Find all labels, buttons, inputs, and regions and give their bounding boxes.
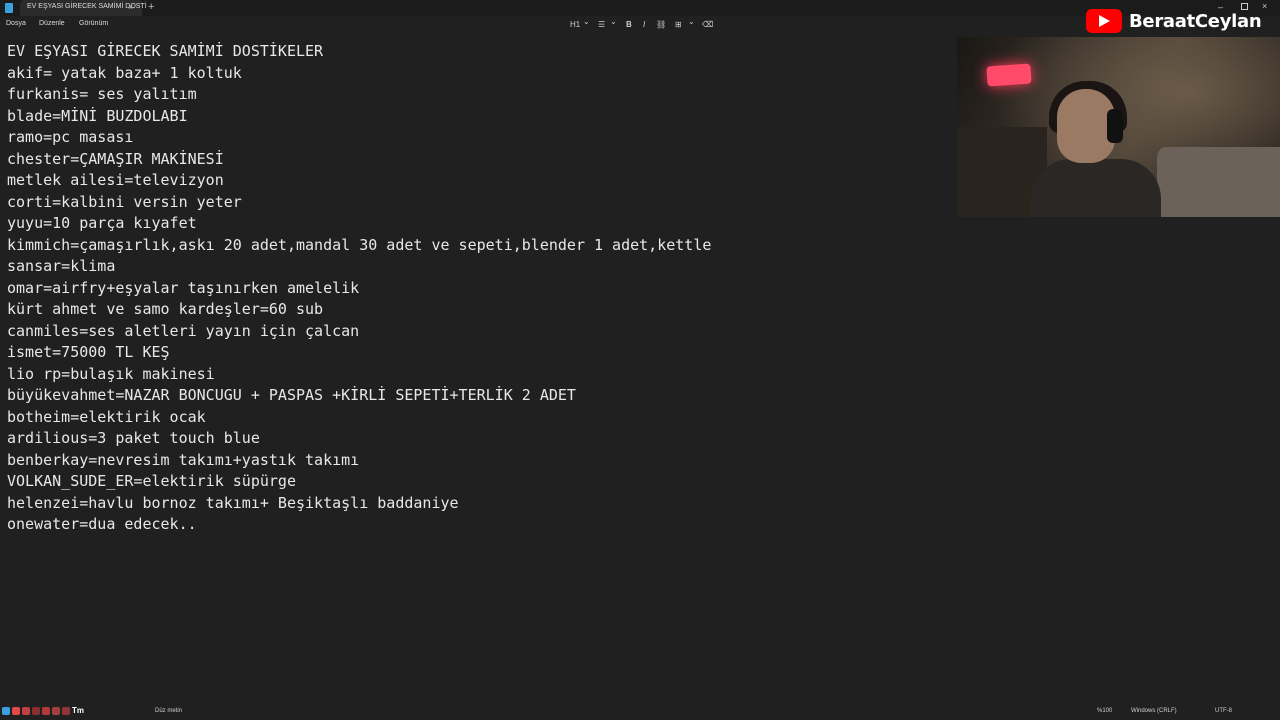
taskbar-app-icon[interactable] [62,707,70,715]
webcam-bed [1157,147,1280,217]
document-line[interactable]: furkanis= ses yalıtım [7,84,711,106]
taskbar-text: Tm [72,706,84,715]
heading-button[interactable]: H1 [570,20,580,29]
clear-formatting-icon[interactable]: ⌫ [702,20,713,29]
new-tab-icon[interactable]: + [148,1,154,13]
notepad-app-icon [5,3,13,13]
document-line[interactable]: chester=ÇAMAŞIR MAKİNESİ [7,149,711,171]
taskbar-app-icon[interactable] [2,707,10,715]
document-line[interactable]: lio rp=bulaşık makinesi [7,364,711,386]
webcam-overlay [957,37,1280,217]
document-line[interactable]: metlek ailesi=televizyon [7,170,711,192]
document-line[interactable]: helenzei=havlu bornoz takımı+ Beşiktaşlı… [7,493,711,515]
document-line[interactable]: yuyu=10 parça kıyafet [7,213,711,235]
status-zoom[interactable]: %100 [1097,708,1112,714]
channel-name: BeraatCeylan [1129,10,1262,32]
taskbar-app-icon[interactable] [22,707,30,715]
document-line[interactable]: sansar=klima [7,256,711,278]
document-line[interactable]: blade=MİNİ BUZDOLABI [7,106,711,128]
status-bar: Tm Düz metin %100 Windows (CRLF) UTF-8 [0,704,1280,720]
taskbar-app-icon[interactable] [52,707,60,715]
document-line[interactable]: akif= yatak baza+ 1 koltuk [7,63,711,85]
document-line[interactable]: canmiles=ses aletleri yayın için çalcan [7,321,711,343]
menu-file[interactable]: Dosya [6,20,26,27]
table-chevron-icon[interactable]: ⌄ [688,17,695,26]
status-format: Düz metin [155,708,183,714]
document-line[interactable]: kürt ahmet ve samo kardeşler=60 sub [7,299,711,321]
document-tab[interactable]: EV EŞYASI GİRECEK SAMİMİ DOSTİ × [20,0,147,16]
taskbar-app-icon[interactable] [12,707,20,715]
document-line[interactable]: onewater=dua edecek.. [7,514,711,536]
close-window-icon[interactable]: × [1262,1,1267,11]
status-encoding[interactable]: UTF-8 [1215,708,1232,714]
taskbar-app-icon[interactable] [32,707,40,715]
youtube-logo-icon [1086,9,1122,33]
document-line[interactable]: büyükevahmet=NAZAR BONCUGU + PASPAS +KİR… [7,385,711,407]
document-title-line[interactable]: EV EŞYASI GİRECEK SAMİMİ DOSTİKELER [7,41,711,63]
table-icon[interactable]: ⊞ [675,20,682,29]
bold-icon[interactable]: B [626,20,632,29]
document-line[interactable]: botheim=elektirik ocak [7,407,711,429]
document-line[interactable]: corti=kalbini versin yeter [7,192,711,214]
channel-brand: BeraatCeylan [1086,9,1262,33]
document-line[interactable]: ismet=75000 TL KEŞ [7,342,711,364]
heading-chevron-icon[interactable]: ⌄ [583,17,590,26]
menu-view[interactable]: Görünüm [79,20,108,27]
webcam-headset [1107,109,1123,143]
webcam-neon-light [986,63,1032,87]
list-chevron-icon[interactable]: ⌄ [610,17,617,26]
document-lines: EV EŞYASI GİRECEK SAMİMİ DOSTİKELER akif… [7,41,711,536]
close-tab-icon[interactable]: × [128,1,133,13]
webcam-person-body [1031,159,1161,217]
document-line[interactable]: ramo=pc masası [7,127,711,149]
document-line[interactable]: omar=airfry+eşyalar taşınırken amelelik [7,278,711,300]
document-line[interactable]: kimmich=çamaşırlık,askı 20 adet,mandal 3… [7,235,711,257]
document-line[interactable]: VOLKAN_SUDE_ER=elektirik süpürge [7,471,711,493]
link-icon[interactable]: ⛓ [656,20,666,29]
italic-icon[interactable]: I [643,20,645,29]
list-icon[interactable]: ☰ [598,20,605,29]
status-line-ending[interactable]: Windows (CRLF) [1131,708,1177,714]
document-line[interactable]: ardilious=3 paket touch blue [7,428,711,450]
document-line[interactable]: benberkay=nevresim takımı+yastık takımı [7,450,711,472]
taskbar-app-icon[interactable] [42,707,50,715]
menu-edit[interactable]: Düzenle [39,20,65,27]
